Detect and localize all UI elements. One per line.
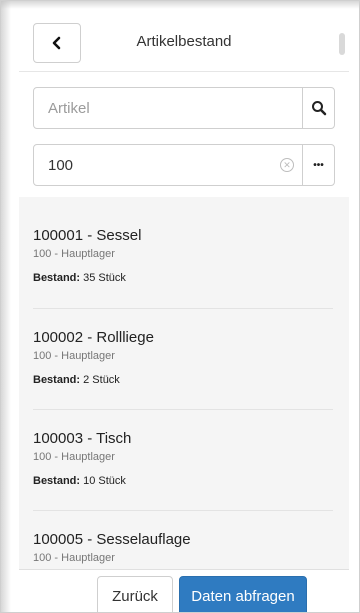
clear-icon[interactable]: ✕ bbox=[280, 158, 294, 172]
scrollbar-thumb[interactable] bbox=[339, 33, 345, 55]
more-options-button[interactable]: ••• bbox=[302, 145, 334, 185]
item-stock: Bestand: 10 Stück bbox=[33, 475, 333, 487]
item-title: 100005 - Sesselauflage bbox=[33, 531, 191, 548]
stock-value: 2 Stück bbox=[83, 374, 120, 386]
store-field[interactable]: 100 ✕ ••• bbox=[33, 144, 335, 186]
article-search-field[interactable]: Artikel bbox=[33, 87, 335, 129]
stock-value: 35 Stück bbox=[83, 272, 126, 284]
item-store: 100 - Hauptlager bbox=[33, 451, 115, 463]
stock-label: Bestand: bbox=[33, 475, 81, 487]
list-item[interactable]: 100002 - Rollliege 100 - Hauptlager Best… bbox=[33, 329, 333, 386]
page-title: Artikelbestand bbox=[136, 33, 232, 50]
list-item[interactable]: 100005 - Sesselauflage 100 - Hauptlager bbox=[33, 531, 333, 564]
item-store: 100 - Hauptlager bbox=[33, 552, 115, 564]
stock-label: Bestand: bbox=[33, 374, 81, 386]
footer-bar: Zurück Daten abfragen bbox=[19, 569, 349, 612]
item-store: 100 - Hauptlager bbox=[33, 350, 115, 362]
stock-label: Bestand: bbox=[33, 272, 81, 284]
query-data-button[interactable]: Daten abfragen bbox=[179, 576, 307, 612]
item-divider bbox=[33, 510, 333, 511]
stock-value: 10 Stück bbox=[83, 475, 126, 487]
item-store: 100 - Hauptlager bbox=[33, 248, 115, 260]
article-list: 100001 - Sessel 100 - Hauptlager Bestand… bbox=[19, 197, 349, 569]
search-icon bbox=[311, 101, 326, 116]
app-frame: Artikelbestand Artikel 100 ✕ ••• 100001 … bbox=[0, 0, 360, 613]
item-divider bbox=[33, 308, 333, 309]
frame-shadow-top bbox=[1, 1, 359, 9]
list-item[interactable]: 100003 - Tisch 100 - Hauptlager Bestand:… bbox=[33, 430, 333, 487]
item-stock: Bestand: 35 Stück bbox=[33, 272, 333, 284]
header: Artikelbestand bbox=[19, 15, 349, 71]
store-input[interactable]: 100 bbox=[34, 145, 302, 185]
search-button[interactable] bbox=[302, 88, 334, 128]
item-divider bbox=[33, 409, 333, 410]
item-stock: Bestand: 2 Stück bbox=[33, 374, 333, 386]
ellipsis-icon: ••• bbox=[313, 159, 324, 171]
header-divider bbox=[19, 71, 349, 72]
frame-shadow-left bbox=[1, 1, 11, 612]
item-title: 100003 - Tisch bbox=[33, 430, 132, 447]
article-search-input[interactable]: Artikel bbox=[34, 88, 302, 128]
item-title: 100001 - Sessel bbox=[33, 227, 142, 244]
back-text-button[interactable]: Zurück bbox=[97, 576, 173, 612]
item-title: 100002 - Rollliege bbox=[33, 329, 154, 346]
list-item[interactable]: 100001 - Sessel 100 - Hauptlager Bestand… bbox=[33, 227, 333, 284]
